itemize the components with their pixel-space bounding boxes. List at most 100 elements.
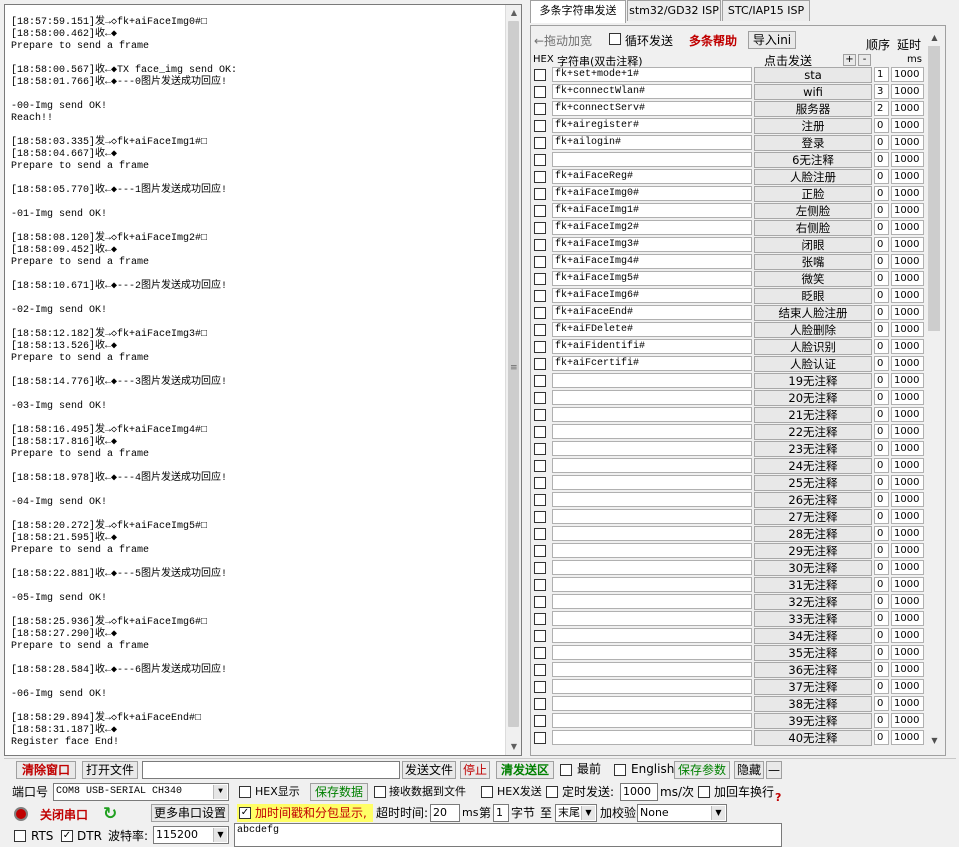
row-delay-input[interactable]: 1000 <box>891 356 924 371</box>
row-send-button[interactable]: 右侧脸 <box>754 220 872 236</box>
row-delay-input[interactable]: 1000 <box>891 713 924 728</box>
row-send-button[interactable]: 27无注释 <box>754 509 872 525</box>
row-string-input[interactable] <box>552 492 752 507</box>
row-send-button[interactable]: 张嘴 <box>754 254 872 270</box>
row-send-button[interactable]: 眨眼 <box>754 288 872 304</box>
row-send-button[interactable]: 22无注释 <box>754 424 872 440</box>
scroll-down-icon[interactable]: ▼ <box>926 733 943 748</box>
row-send-button[interactable]: 31无注释 <box>754 577 872 593</box>
row-hex-checkbox[interactable] <box>534 409 546 421</box>
row-send-button[interactable]: 人脸删除 <box>754 322 872 338</box>
add-crlf-checkbox[interactable] <box>698 786 710 798</box>
row-order-input[interactable]: 0 <box>874 679 889 694</box>
row-send-button[interactable]: 40无注释 <box>754 730 872 746</box>
row-delay-input[interactable]: 1000 <box>891 543 924 558</box>
row-send-button[interactable]: 6无注释 <box>754 152 872 168</box>
row-send-button[interactable]: 左侧脸 <box>754 203 872 219</box>
row-string-input[interactable]: fk+aiFaceImg6# <box>552 288 752 303</box>
row-order-input[interactable]: 2 <box>874 101 889 116</box>
row-hex-checkbox[interactable] <box>534 715 546 727</box>
row-delay-input[interactable]: 1000 <box>891 288 924 303</box>
row-string-input[interactable] <box>552 679 752 694</box>
row-order-input[interactable]: 0 <box>874 373 889 388</box>
row-order-input[interactable]: 0 <box>874 441 889 456</box>
stop-button[interactable]: 停止 <box>460 761 490 779</box>
row-order-input[interactable]: 0 <box>874 730 889 745</box>
row-string-input[interactable] <box>552 441 752 456</box>
remove-row-button[interactable]: - <box>858 54 871 66</box>
row-hex-checkbox[interactable] <box>534 103 546 115</box>
checksum-select[interactable]: None ▼ <box>637 804 727 822</box>
row-string-input[interactable] <box>552 152 752 167</box>
row-delay-input[interactable]: 1000 <box>891 118 924 133</box>
row-delay-input[interactable]: 1000 <box>891 645 924 660</box>
row-delay-input[interactable]: 1000 <box>891 339 924 354</box>
row-delay-input[interactable]: 1000 <box>891 373 924 388</box>
row-order-input[interactable]: 0 <box>874 169 889 184</box>
row-hex-checkbox[interactable] <box>534 171 546 183</box>
row-delay-input[interactable]: 1000 <box>891 577 924 592</box>
row-string-input[interactable] <box>552 577 752 592</box>
row-send-button[interactable]: 23无注释 <box>754 441 872 457</box>
timed-send-checkbox[interactable] <box>546 786 558 798</box>
row-order-input[interactable]: 0 <box>874 543 889 558</box>
row-order-input[interactable]: 0 <box>874 458 889 473</box>
row-send-button[interactable]: 人脸识别 <box>754 339 872 355</box>
row-delay-input[interactable]: 1000 <box>891 305 924 320</box>
row-order-input[interactable]: 0 <box>874 696 889 711</box>
row-hex-checkbox[interactable] <box>534 494 546 506</box>
row-send-button[interactable]: 20无注释 <box>754 390 872 406</box>
row-delay-input[interactable]: 1000 <box>891 390 924 405</box>
row-order-input[interactable]: 0 <box>874 611 889 626</box>
timeout-input[interactable]: 20 <box>430 804 460 822</box>
row-order-input[interactable]: 0 <box>874 322 889 337</box>
row-string-input[interactable] <box>552 475 752 490</box>
row-order-input[interactable]: 0 <box>874 152 889 167</box>
row-order-input[interactable]: 0 <box>874 594 889 609</box>
row-order-input[interactable]: 3 <box>874 84 889 99</box>
scroll-up-icon[interactable]: ▲ <box>506 5 522 21</box>
row-order-input[interactable]: 0 <box>874 254 889 269</box>
row-hex-checkbox[interactable] <box>534 69 546 81</box>
row-send-button[interactable]: 服务器 <box>754 101 872 117</box>
row-string-input[interactable]: fk+aiFidentifi# <box>552 339 752 354</box>
row-delay-input[interactable]: 1000 <box>891 509 924 524</box>
send-textbox[interactable]: abcdefg <box>234 823 782 847</box>
chevron-down-icon[interactable]: ▼ <box>711 806 725 820</box>
row-string-input[interactable]: fk+aiFDelete# <box>552 322 752 337</box>
save-params-button[interactable]: 保存参数 <box>674 761 730 779</box>
row-order-input[interactable]: 0 <box>874 509 889 524</box>
row-hex-checkbox[interactable] <box>534 137 546 149</box>
row-send-button[interactable]: 24无注释 <box>754 458 872 474</box>
row-order-input[interactable]: 0 <box>874 407 889 422</box>
row-send-button[interactable]: 26无注释 <box>754 492 872 508</box>
row-send-button[interactable]: 28无注释 <box>754 526 872 542</box>
row-string-input[interactable] <box>552 730 752 745</box>
drag-widen-label[interactable]: ←拖动加宽 <box>534 32 592 49</box>
row-hex-checkbox[interactable] <box>534 732 546 744</box>
row-delay-input[interactable]: 1000 <box>891 441 924 456</box>
row-order-input[interactable]: 0 <box>874 118 889 133</box>
row-send-button[interactable]: 33无注释 <box>754 611 872 627</box>
row-hex-checkbox[interactable] <box>534 681 546 693</box>
row-string-input[interactable] <box>552 611 752 626</box>
row-string-input[interactable]: fk+airegister# <box>552 118 752 133</box>
row-delay-input[interactable]: 1000 <box>891 662 924 677</box>
row-send-button[interactable]: 39无注释 <box>754 713 872 729</box>
row-delay-input[interactable]: 1000 <box>891 696 924 711</box>
row-string-input[interactable]: fk+aiFcertifi# <box>552 356 752 371</box>
row-order-input[interactable]: 0 <box>874 645 889 660</box>
row-send-button[interactable]: 结束人脸注册 <box>754 305 872 321</box>
timestamp-checkbox[interactable]: ✓ <box>239 807 251 819</box>
row-string-input[interactable] <box>552 662 752 677</box>
more-port-settings-button[interactable]: 更多串口设置 <box>151 804 229 822</box>
row-hex-checkbox[interactable] <box>534 698 546 710</box>
row-hex-checkbox[interactable] <box>534 477 546 489</box>
baud-select[interactable]: 115200 ▼ <box>153 826 229 844</box>
row-delay-input[interactable]: 1000 <box>891 169 924 184</box>
row-string-input[interactable]: fk+aiFaceImg5# <box>552 271 752 286</box>
row-send-button[interactable]: 29无注释 <box>754 543 872 559</box>
row-hex-checkbox[interactable] <box>534 460 546 472</box>
row-hex-checkbox[interactable] <box>534 358 546 370</box>
file-path-input[interactable] <box>142 761 400 779</box>
